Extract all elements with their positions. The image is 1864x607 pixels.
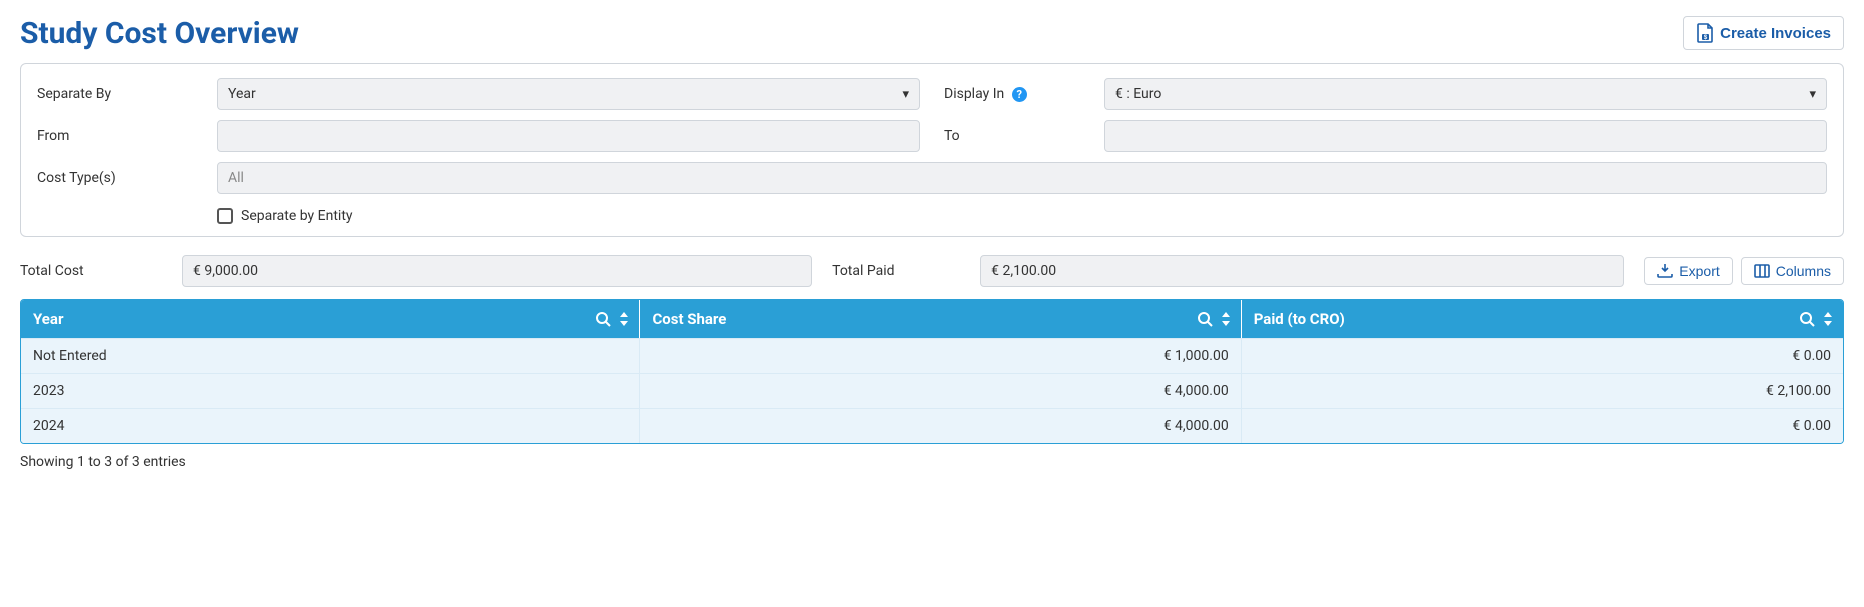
col-paid[interactable]: Paid (to CRO) (1242, 300, 1843, 338)
cell-cost-share: € 1,000.00 (640, 338, 1241, 373)
display-in-select[interactable]: € : Euro ▾ (1104, 78, 1827, 110)
col-cost-share[interactable]: Cost Share (640, 300, 1241, 338)
create-invoices-button[interactable]: $ Create Invoices (1683, 16, 1844, 50)
search-icon[interactable] (1799, 311, 1815, 327)
cost-table: Year Cost Share Paid (to CRO) (20, 299, 1844, 444)
cell-year: 2023 (21, 373, 640, 408)
total-paid-label: Total Paid (832, 263, 980, 279)
display-in-value: € : Euro (1115, 86, 1161, 102)
total-paid-value: € 2,100.00 (980, 255, 1624, 287)
cell-cost-share: € 4,000.00 (640, 373, 1241, 408)
chevron-down-icon: ▾ (1809, 87, 1816, 102)
table-footer-info: Showing 1 to 3 of 3 entries (20, 454, 1844, 470)
invoice-icon: $ (1696, 23, 1714, 43)
cell-year: 2024 (21, 408, 640, 443)
sort-icon[interactable] (1823, 312, 1833, 326)
sort-icon[interactable] (1221, 312, 1231, 326)
table-row[interactable]: 2023€ 4,000.00€ 2,100.00 (21, 373, 1843, 408)
cell-paid: € 0.00 (1242, 408, 1843, 443)
from-label: From (37, 128, 217, 144)
display-in-label: Display In ? (944, 86, 1104, 102)
sort-icon[interactable] (619, 312, 629, 326)
search-icon[interactable] (595, 311, 611, 327)
total-cost-label: Total Cost (20, 263, 182, 279)
from-input[interactable] (217, 120, 920, 152)
download-icon (1657, 264, 1673, 278)
cost-types-select[interactable]: All (217, 162, 1827, 194)
search-icon[interactable] (1197, 311, 1213, 327)
cost-types-value: All (228, 170, 244, 186)
columns-label: Columns (1776, 263, 1831, 279)
separate-entity-label: Separate by Entity (241, 208, 353, 224)
separate-by-value: Year (228, 86, 256, 102)
total-cost-value: € 9,000.00 (182, 255, 812, 287)
cell-paid: € 0.00 (1242, 338, 1843, 373)
cell-year: Not Entered (21, 338, 640, 373)
cell-paid: € 2,100.00 (1242, 373, 1843, 408)
separate-entity-checkbox[interactable] (217, 208, 233, 224)
table-row[interactable]: 2024€ 4,000.00€ 0.00 (21, 408, 1843, 443)
cell-cost-share: € 4,000.00 (640, 408, 1241, 443)
col-year[interactable]: Year (21, 300, 640, 338)
create-invoices-label: Create Invoices (1720, 25, 1831, 42)
to-label: To (944, 128, 1104, 144)
table-row[interactable]: Not Entered€ 1,000.00€ 0.00 (21, 338, 1843, 373)
separate-by-select[interactable]: Year ▾ (217, 78, 920, 110)
page-title: Study Cost Overview (20, 16, 299, 51)
columns-icon (1754, 264, 1770, 278)
separate-by-label: Separate By (37, 86, 217, 102)
chevron-down-icon: ▾ (902, 87, 909, 102)
to-input[interactable] (1104, 120, 1827, 152)
cost-types-label: Cost Type(s) (37, 170, 217, 186)
export-button[interactable]: Export (1644, 257, 1732, 285)
help-icon[interactable]: ? (1012, 87, 1027, 102)
columns-button[interactable]: Columns (1741, 257, 1844, 285)
filter-panel: Separate By Year ▾ Display In ? € : Euro… (20, 63, 1844, 237)
export-label: Export (1679, 263, 1719, 279)
